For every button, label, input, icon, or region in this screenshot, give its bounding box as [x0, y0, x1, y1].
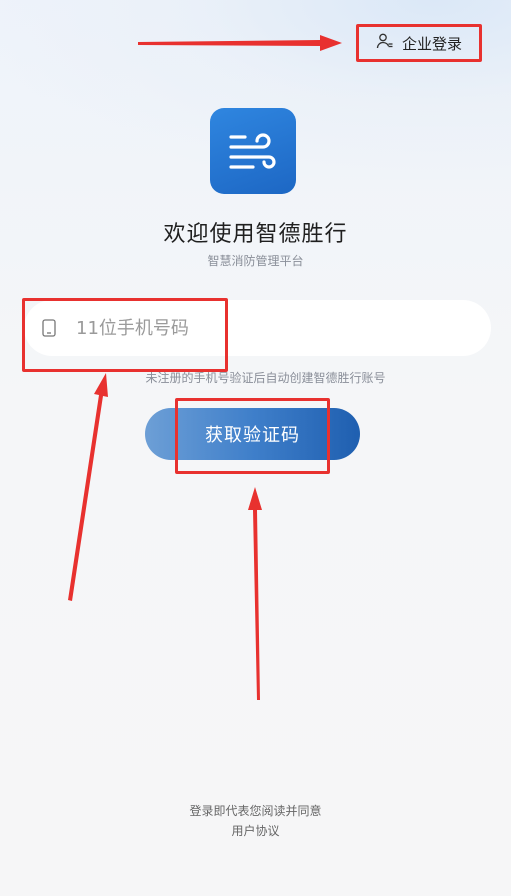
app-logo	[210, 108, 296, 194]
annotation-box-phone	[22, 298, 228, 372]
annotation-box-get-code	[175, 398, 330, 474]
welcome-title: 欢迎使用智德胜行	[163, 222, 348, 247]
arrow-to-get-code	[248, 487, 262, 700]
arrow-to-phone	[68, 373, 108, 601]
agreement-text: 登录即代表您阅读并同意	[189, 804, 322, 818]
annotation-box-enterprise	[356, 24, 482, 62]
user-agreement-link[interactable]: 用户协议	[0, 822, 511, 839]
platform-subtitle: 智慧消防管理平台	[207, 254, 304, 268]
